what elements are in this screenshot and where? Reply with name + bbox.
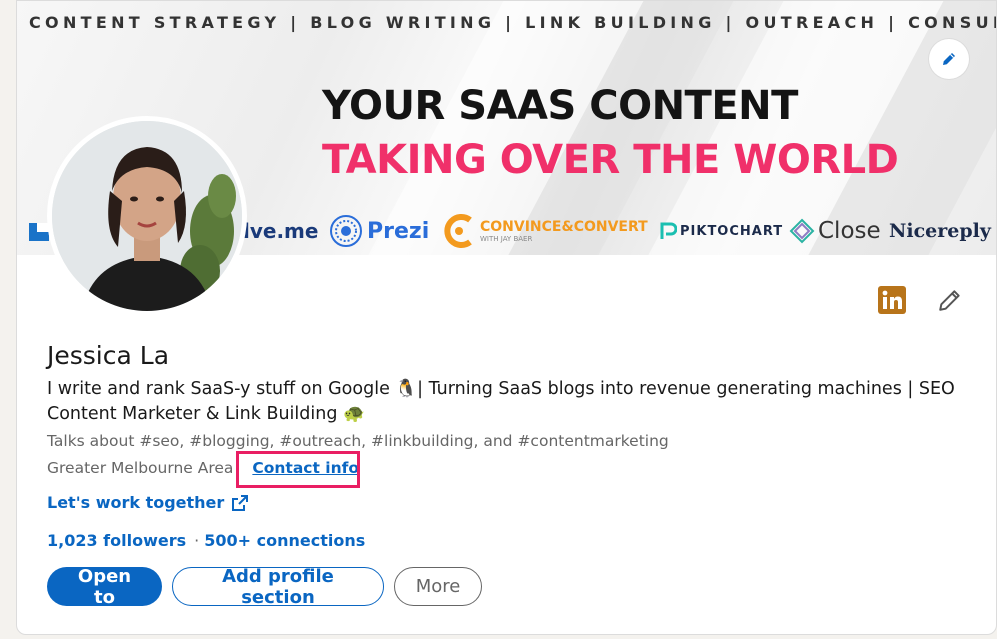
convince-convert-icon xyxy=(444,214,472,248)
talks-about: Talks about #seo, #blogging, #outreach, … xyxy=(47,432,669,450)
website-label: Let's work together xyxy=(47,493,225,512)
profile-card: CONTENT STRATEGY | BLOG WRITING | LINK B… xyxy=(16,0,997,635)
profile-actions: Open to Add profile section More xyxy=(47,566,482,608)
website-link[interactable]: Let's work together xyxy=(47,493,249,512)
logo-nicereply: Nicereply xyxy=(889,220,991,242)
avatar-image xyxy=(52,121,242,311)
more-button[interactable]: More xyxy=(394,567,482,606)
logo-prezi-text: Prezi xyxy=(367,218,430,244)
open-to-button[interactable]: Open to xyxy=(47,566,162,608)
profile-headline: I write and rank SaaS-y stuff on Google … xyxy=(47,379,955,424)
network-stats: 1,023 followers · 500+ connections xyxy=(47,531,365,550)
logo-piktochart-text: PIKTOCHART xyxy=(680,223,784,239)
stats-separator: · xyxy=(194,531,200,550)
connections-link[interactable]: 500+ connections xyxy=(204,531,365,550)
edit-pencil-icon xyxy=(943,53,955,65)
linkedin-badge-icon xyxy=(878,286,906,314)
piktochart-icon xyxy=(660,222,677,239)
logo-prezi: Prezi xyxy=(329,206,429,255)
profile-photo[interactable] xyxy=(47,116,247,316)
edit-cover-button[interactable] xyxy=(929,39,969,79)
followers-link[interactable]: 1,023 followers xyxy=(47,531,186,550)
logo-convince-convert-sub: WITH JAY BAER xyxy=(480,235,533,243)
banner-tagline: CONTENT STRATEGY | BLOG WRITING | LINK B… xyxy=(29,13,997,32)
banner-headline-line1: YOUR SAAS CONTENT xyxy=(322,83,798,129)
close-logo-icon xyxy=(789,218,815,244)
logo-convince-convert-text: CONVINCE&CONVERT xyxy=(480,219,648,235)
banner-headline-line2: TAKING OVER THE WORLD xyxy=(322,137,899,183)
prezi-icon xyxy=(330,215,362,247)
logo-close: Close xyxy=(789,206,881,255)
location-text: Greater Melbourne Area xyxy=(47,459,234,477)
add-profile-section-button[interactable]: Add profile section xyxy=(172,566,384,608)
pencil-icon xyxy=(939,290,960,311)
profile-name: Jessica La xyxy=(47,341,170,370)
edit-intro-button[interactable] xyxy=(935,285,965,315)
contact-info-highlight xyxy=(236,451,360,488)
linkedin-badge-button[interactable] xyxy=(877,285,907,315)
external-link-icon xyxy=(232,494,249,511)
logo-piktochart: PIKTOCHART xyxy=(659,206,783,255)
logo-close-text: Close xyxy=(818,218,881,244)
logo-lveme: lve.me xyxy=(243,219,319,243)
logo-convince-convert: CONVINCE&CONVERT WITH JAY BAER xyxy=(442,206,648,255)
